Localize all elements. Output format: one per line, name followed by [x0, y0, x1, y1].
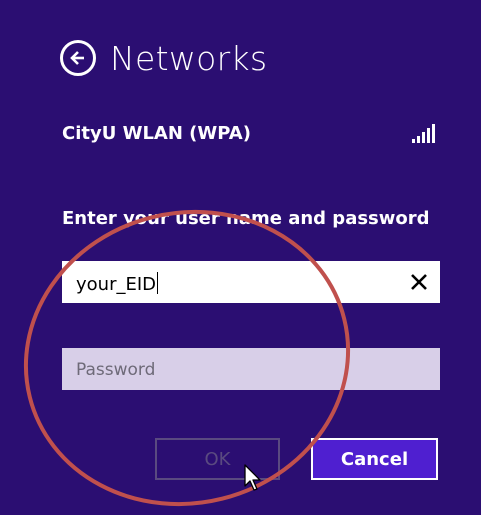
cancel-button[interactable]: Cancel [311, 438, 438, 480]
network-name: CityU WLAN (WPA) [62, 123, 251, 144]
password-input[interactable]: Password [62, 348, 440, 390]
network-flyout-panel: Networks CityU WLAN (WPA) Enter your use… [0, 0, 481, 515]
credentials-prompt: Enter your user name and password [62, 208, 430, 229]
username-input[interactable]: your_EID [62, 261, 440, 303]
clear-input-icon[interactable] [410, 273, 428, 291]
username-value: your_EID [76, 272, 159, 295]
network-item[interactable]: CityU WLAN (WPA) [62, 123, 440, 147]
mouse-pointer-icon [244, 464, 261, 491]
password-placeholder: Password [76, 360, 156, 380]
flyout-header: Networks [60, 38, 267, 78]
page-title: Networks [110, 38, 268, 78]
back-button[interactable] [60, 40, 96, 76]
text-caret [157, 272, 159, 294]
back-arrow-icon [70, 51, 84, 65]
wifi-signal-icon [412, 124, 435, 143]
